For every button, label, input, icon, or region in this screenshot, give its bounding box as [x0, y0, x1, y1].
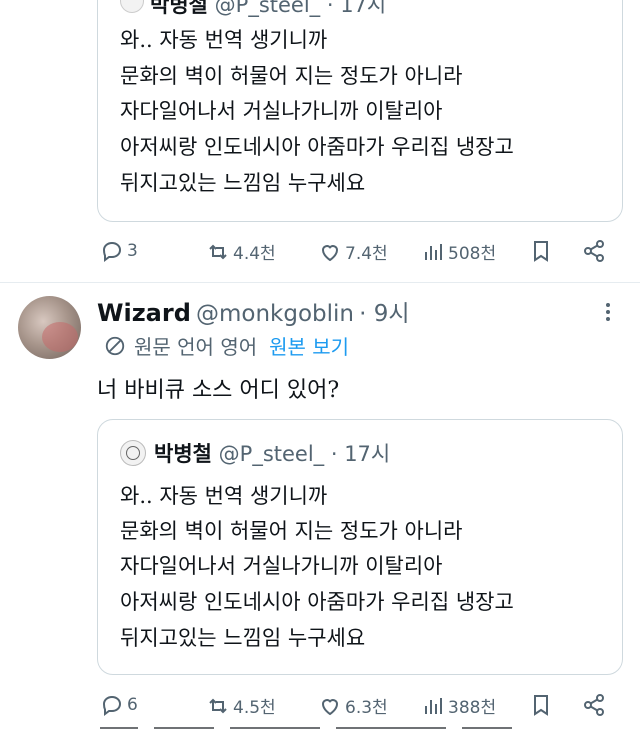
- views-count: 388천: [448, 698, 497, 718]
- translation-source: 원문 언어 영어: [134, 335, 258, 359]
- bookmark-button[interactable]: [529, 693, 553, 717]
- like-button[interactable]: 6.3천: [318, 693, 388, 718]
- quoted-text-line: 자다일어나서 거실나가니까 이탈리아: [120, 554, 443, 578]
- reply-icon: [102, 695, 122, 716]
- quoted-author-avatar: [120, 440, 146, 466]
- like-count: 7.4천: [345, 244, 388, 264]
- quoted-text-line: 아저씨랑 인도네시아 아줌마가 우리집 냉장고: [120, 590, 514, 614]
- share-button[interactable]: [582, 239, 606, 263]
- quoted-author-handle: @P_steel_ · 17시: [214, 0, 387, 17]
- author-name[interactable]: Wizard: [97, 299, 191, 327]
- avatar-shade: [42, 322, 78, 352]
- reply-count: 6: [127, 695, 138, 715]
- reply-button[interactable]: 6: [100, 693, 138, 717]
- show-original-link[interactable]: 원본 보기: [269, 331, 349, 360]
- heart-icon: [321, 244, 339, 261]
- quoted-tweet[interactable]: 박병철 @P_steel_ · 17시 와.. 자동 번역 생기니까 문화의 벽…: [97, 419, 623, 675]
- share-icon: [584, 240, 604, 262]
- quoted-text-line: 문화의 벽이 허물어 지는 정도가 아니라: [120, 64, 463, 88]
- quoted-text-line: 뒤지고있는 느낌임 누구세요: [120, 626, 366, 650]
- bookmark-icon: [534, 241, 548, 262]
- retweet-icon: [209, 698, 227, 713]
- views-icon: [425, 697, 442, 714]
- quoted-text-line: 와.. 자동 번역 생기니까: [120, 484, 328, 508]
- quoted-text-line: 뒤지고있는 느낌임 누구세요: [120, 171, 366, 195]
- tweet-separator: [0, 282, 640, 283]
- tweet-time[interactable]: · 9시: [359, 301, 409, 327]
- retweet-count: 4.4천: [233, 244, 276, 264]
- views-icon: [425, 243, 442, 260]
- views-count: 508천: [448, 244, 497, 264]
- more-icon: [606, 303, 610, 321]
- quoted-author-name: 박병철: [150, 0, 208, 17]
- quoted-text-line: 문화의 벽이 허물어 지는 정도가 아니라: [120, 519, 463, 543]
- retweet-icon: [209, 244, 227, 259]
- views-button[interactable]: 508천: [421, 239, 496, 264]
- fragment-stroke: [230, 727, 320, 729]
- quoted-author-avatar: [120, 0, 144, 13]
- quoted-tweet-top[interactable]: 박병철 @P_steel_ · 17시 와.. 자동 번역 생기니까 문화의 벽…: [97, 0, 623, 222]
- fragment-stroke: [462, 727, 512, 729]
- heart-icon: [321, 698, 339, 715]
- share-button[interactable]: [582, 693, 606, 717]
- fragment-stroke: [154, 727, 214, 729]
- bookmark-button[interactable]: [529, 239, 553, 263]
- retweet-button[interactable]: 4.4천: [206, 239, 276, 264]
- avatar-sketch: [126, 446, 140, 460]
- quoted-text-line: 아저씨랑 인도네시아 아줌마가 우리집 냉장고: [120, 135, 514, 159]
- quoted-text-line: 자다일어나서 거실나가니까 이탈리아: [120, 99, 443, 123]
- reply-icon: [102, 241, 122, 262]
- fragment-stroke: [336, 727, 446, 729]
- more-button[interactable]: [600, 300, 616, 324]
- reply-button[interactable]: 3: [100, 239, 138, 263]
- quoted-author-header: 박병철 @P_steel_ · 17시: [150, 0, 386, 19]
- translation-notice: 원문 언어 영어 원본 보기: [104, 331, 349, 360]
- tweet-text: 너 바비큐 소스 어디 있어?: [97, 378, 340, 403]
- quoted-author-handle: @P_steel_ · 17시: [218, 442, 391, 466]
- share-icon: [584, 694, 604, 716]
- fragment-stroke: [100, 727, 138, 729]
- quoted-text-line: 와.. 자동 번역 생기니까: [120, 28, 328, 52]
- like-count: 6.3천: [345, 698, 388, 718]
- next-tweet-fragment: [100, 726, 520, 733]
- retweet-count: 4.5천: [233, 698, 276, 718]
- translate-icon: [105, 336, 125, 355]
- quoted-author-name: 박병철: [154, 442, 212, 466]
- like-button[interactable]: 7.4천: [318, 239, 388, 264]
- quoted-author-header: 박병철 @P_steel_ · 17시: [154, 438, 390, 468]
- views-button[interactable]: 388천: [421, 693, 496, 718]
- tweet-header: Wizard @monkgoblin · 9시: [97, 294, 410, 328]
- bookmark-icon: [534, 695, 548, 716]
- reply-count: 3: [127, 241, 138, 261]
- avatar[interactable]: [18, 296, 81, 359]
- author-handle[interactable]: @monkgoblin: [196, 301, 354, 327]
- retweet-button[interactable]: 4.5천: [206, 693, 276, 718]
